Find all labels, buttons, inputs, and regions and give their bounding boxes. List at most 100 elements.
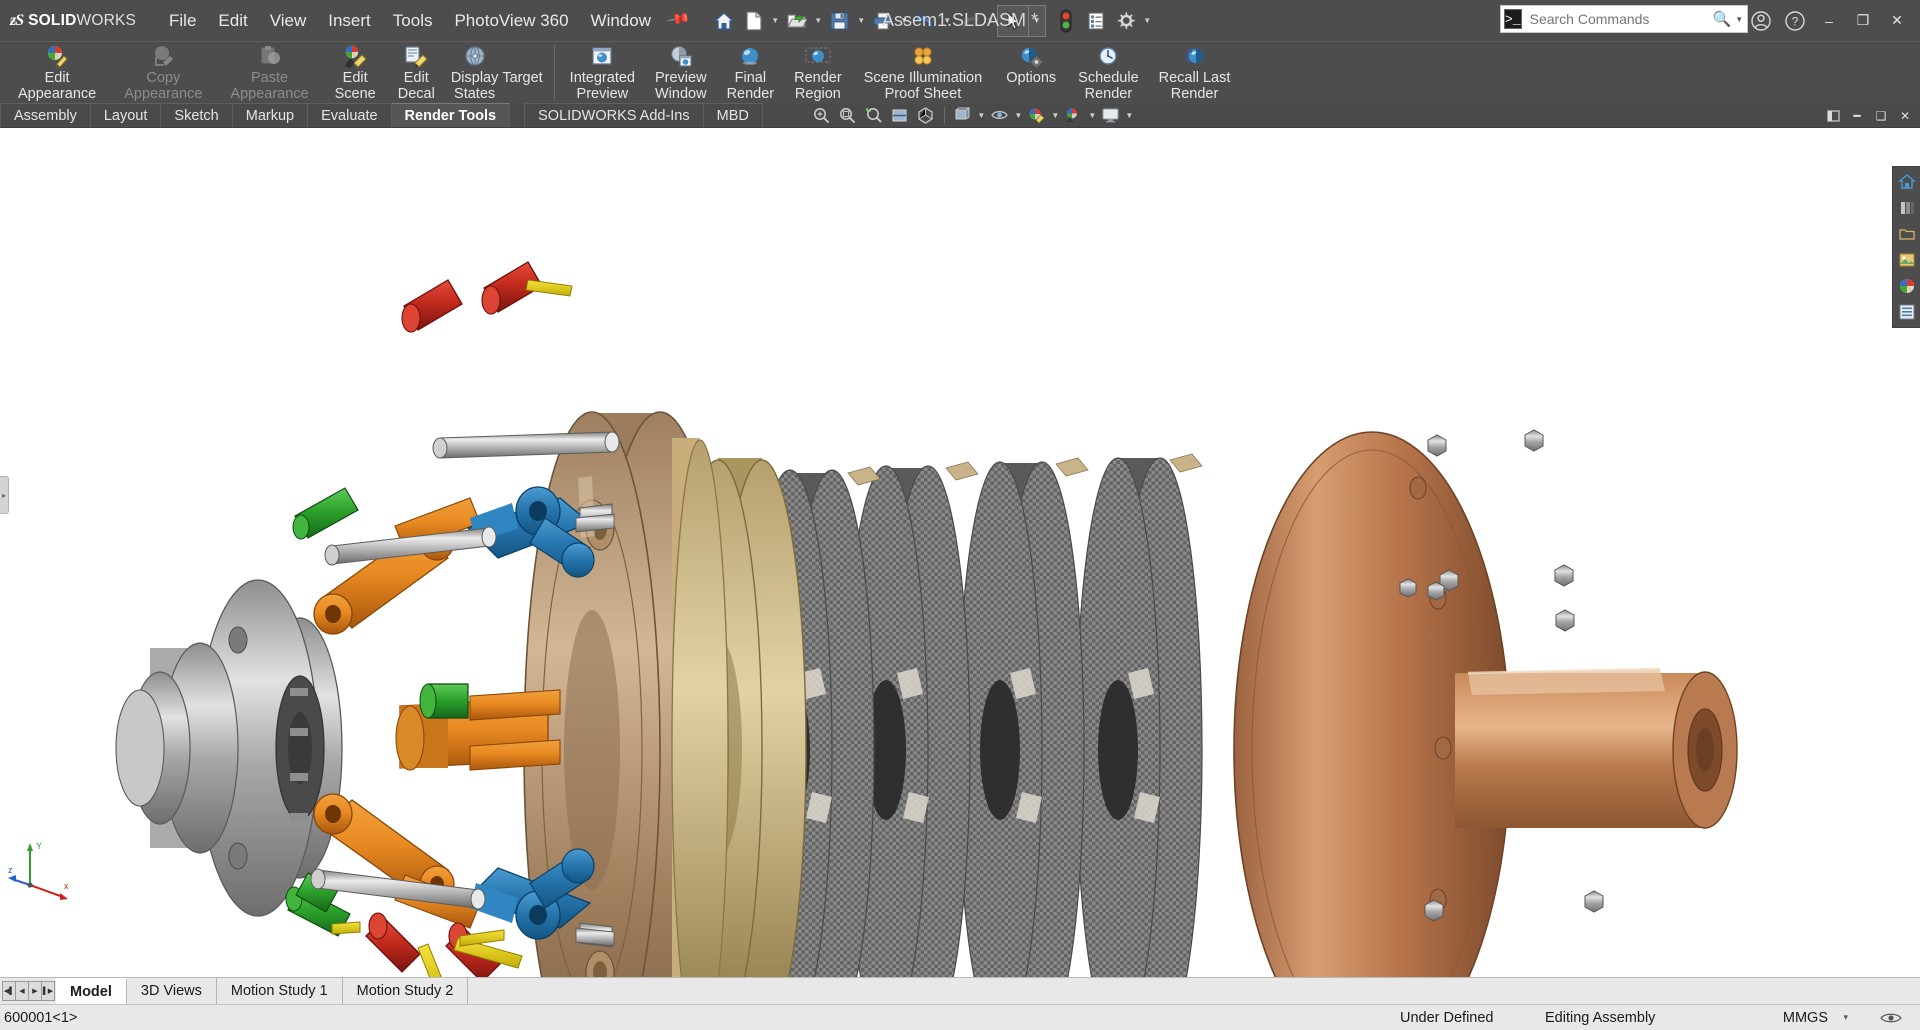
home-icon[interactable]	[709, 6, 739, 36]
display-states-button[interactable]: Display States	[445, 42, 503, 102]
search-commands-box[interactable]: >_ 🔍 ▼	[1500, 5, 1748, 33]
last-nav-icon[interactable]: ▌▶	[41, 981, 55, 1001]
open-folder-caret-icon[interactable]: ▼	[812, 6, 825, 36]
rebuild-icon[interactable]	[1051, 6, 1081, 36]
scene-illumination-label-top: Scene Illumination	[864, 71, 983, 87]
pin-icon[interactable]: 📌	[657, 0, 699, 40]
tab-mbd[interactable]: MBD	[704, 103, 763, 127]
new-document-caret-icon[interactable]: ▼	[769, 6, 782, 36]
restore-doc-icon[interactable]: ❑	[1870, 105, 1892, 127]
search-input[interactable]	[1522, 11, 1711, 27]
save-caret-icon[interactable]: ▼	[855, 6, 868, 36]
options-button[interactable]: Options	[994, 42, 1068, 87]
close-doc-icon[interactable]: ✕	[1894, 105, 1916, 127]
preview-window-icon	[668, 44, 694, 70]
zoom-to-fit-icon[interactable]	[809, 103, 835, 127]
bottom-tab-motion-study-2[interactable]: Motion Study 2	[343, 978, 469, 1004]
restore-pane-icon[interactable]	[1822, 105, 1844, 127]
edit-appearance-small-icon[interactable]	[1024, 103, 1050, 127]
paste-appearance-label-top: Paste	[251, 71, 288, 87]
target-button[interactable]: Target	[502, 42, 548, 87]
render-region-button[interactable]: Render Region	[784, 42, 852, 102]
custom-properties-icon[interactable]	[1895, 274, 1919, 298]
paste-appearance-button[interactable]: Paste Appearance	[216, 42, 322, 102]
help-question-icon[interactable]: ?	[1778, 0, 1812, 41]
view-settings-caret-icon[interactable]: ▼	[1124, 103, 1135, 127]
preview-window-label-bottom: Window	[655, 87, 707, 103]
search-icon[interactable]: 🔍	[1711, 10, 1736, 28]
graphics-viewport[interactable]: ▸	[0, 128, 1920, 977]
model-exploded-clutch-assembly[interactable]	[0, 128, 1920, 977]
user-account-icon[interactable]	[1744, 0, 1778, 41]
scene-illumination-proof-sheet-button[interactable]: Scene Illumination Proof Sheet	[852, 42, 995, 102]
apply-scene-icon[interactable]	[1061, 103, 1087, 127]
scenes-library-icon[interactable]	[1895, 222, 1919, 246]
view-orientation-icon[interactable]	[913, 103, 939, 127]
tab-markup[interactable]: Markup	[233, 103, 308, 127]
prev-nav-icon[interactable]: ◀	[15, 981, 29, 1001]
menu-tools[interactable]: Tools	[382, 7, 444, 35]
tab-render-tools[interactable]: Render Tools	[392, 103, 511, 127]
bottom-tab-model[interactable]: Model	[56, 978, 127, 1004]
tab-solidworks-add-ins[interactable]: SOLIDWORKS Add-Ins	[524, 103, 704, 127]
appearances-library-icon[interactable]	[1895, 196, 1919, 220]
render-tools-ribbon: Edit Appearance Copy Appearance	[0, 41, 1920, 104]
minimize-button[interactable]: –	[1812, 0, 1846, 41]
minimize-doc-icon[interactable]: ━	[1846, 105, 1868, 127]
overlay-eye-icon[interactable]	[1880, 1011, 1902, 1025]
previous-view-icon[interactable]	[861, 103, 887, 127]
integrated-preview-button[interactable]: Integrated Preview	[560, 42, 645, 102]
hide-show-items-icon[interactable]	[987, 103, 1013, 127]
schedule-render-button[interactable]: Schedule Render	[1068, 42, 1148, 102]
new-document-icon[interactable]	[739, 6, 769, 36]
edit-appearance-button[interactable]: Edit Appearance	[4, 42, 110, 102]
gear-icon[interactable]	[1111, 6, 1141, 36]
bottom-tab-3d-views[interactable]: 3D Views	[127, 978, 217, 1004]
tab-assembly[interactable]: Assembly	[0, 103, 91, 127]
first-nav-icon[interactable]: ◀▌	[2, 981, 16, 1001]
view-settings-icon[interactable]	[1098, 103, 1124, 127]
status-editing-mode: Editing Assembly	[1545, 1010, 1655, 1026]
tab-evaluate[interactable]: Evaluate	[308, 103, 391, 127]
bottom-tab-motion-study-1[interactable]: Motion Study 1	[217, 978, 343, 1004]
display-style-icon[interactable]	[950, 103, 976, 127]
hide-show-items-caret-icon[interactable]: ▼	[1013, 103, 1024, 127]
restore-button[interactable]: ❐	[1846, 0, 1880, 41]
preview-window-label-top: Preview	[655, 71, 707, 87]
next-nav-icon[interactable]: ▶	[28, 981, 42, 1001]
copy-appearance-button[interactable]: Copy Appearance	[110, 42, 216, 102]
window-controls: ? – ❐ ✕	[1744, 0, 1914, 41]
display-style-caret-icon[interactable]: ▼	[976, 103, 987, 127]
edit-scene-button[interactable]: Edit Scene	[323, 42, 388, 102]
gear-caret-icon[interactable]: ▼	[1141, 6, 1154, 36]
display-manager-icon[interactable]	[1895, 300, 1919, 324]
apply-scene-caret-icon[interactable]: ▼	[1087, 103, 1098, 127]
edit-appearance-small-caret-icon[interactable]: ▼	[1050, 103, 1061, 127]
tab-layout[interactable]: Layout	[91, 103, 162, 127]
menu-photoview-360[interactable]: PhotoView 360	[443, 7, 579, 35]
edit-decal-button[interactable]: Edit Decal	[388, 42, 445, 102]
menu-view[interactable]: View	[259, 7, 318, 35]
target-label-bottom: Target	[502, 71, 542, 87]
recall-last-render-icon	[1182, 44, 1208, 70]
save-icon[interactable]	[825, 6, 855, 36]
section-view-icon[interactable]	[887, 103, 913, 127]
menu-window[interactable]: Window	[580, 7, 662, 35]
options-list-icon[interactable]	[1081, 6, 1111, 36]
final-render-button[interactable]: Final Render	[717, 42, 785, 102]
recall-last-render-button[interactable]: Recall Last Render	[1149, 42, 1241, 102]
decals-library-icon[interactable]	[1895, 248, 1919, 272]
menu-bar: File Edit View Insert Tools PhotoView 36…	[158, 7, 695, 35]
tab-sketch[interactable]: Sketch	[161, 103, 232, 127]
close-button[interactable]: ✕	[1880, 0, 1914, 41]
view-home-icon[interactable]	[1895, 170, 1919, 194]
zoom-area-icon[interactable]	[835, 103, 861, 127]
status-units-caret-icon[interactable]: ▾	[1843, 1012, 1848, 1023]
preview-window-button[interactable]: Preview Window	[645, 42, 717, 102]
display-states-label-top: Display	[451, 71, 499, 87]
menu-edit[interactable]: Edit	[207, 7, 258, 35]
status-units[interactable]: MMGS	[1783, 1010, 1828, 1026]
menu-file[interactable]: File	[158, 7, 207, 35]
open-folder-icon[interactable]	[782, 6, 812, 36]
menu-insert[interactable]: Insert	[317, 7, 382, 35]
